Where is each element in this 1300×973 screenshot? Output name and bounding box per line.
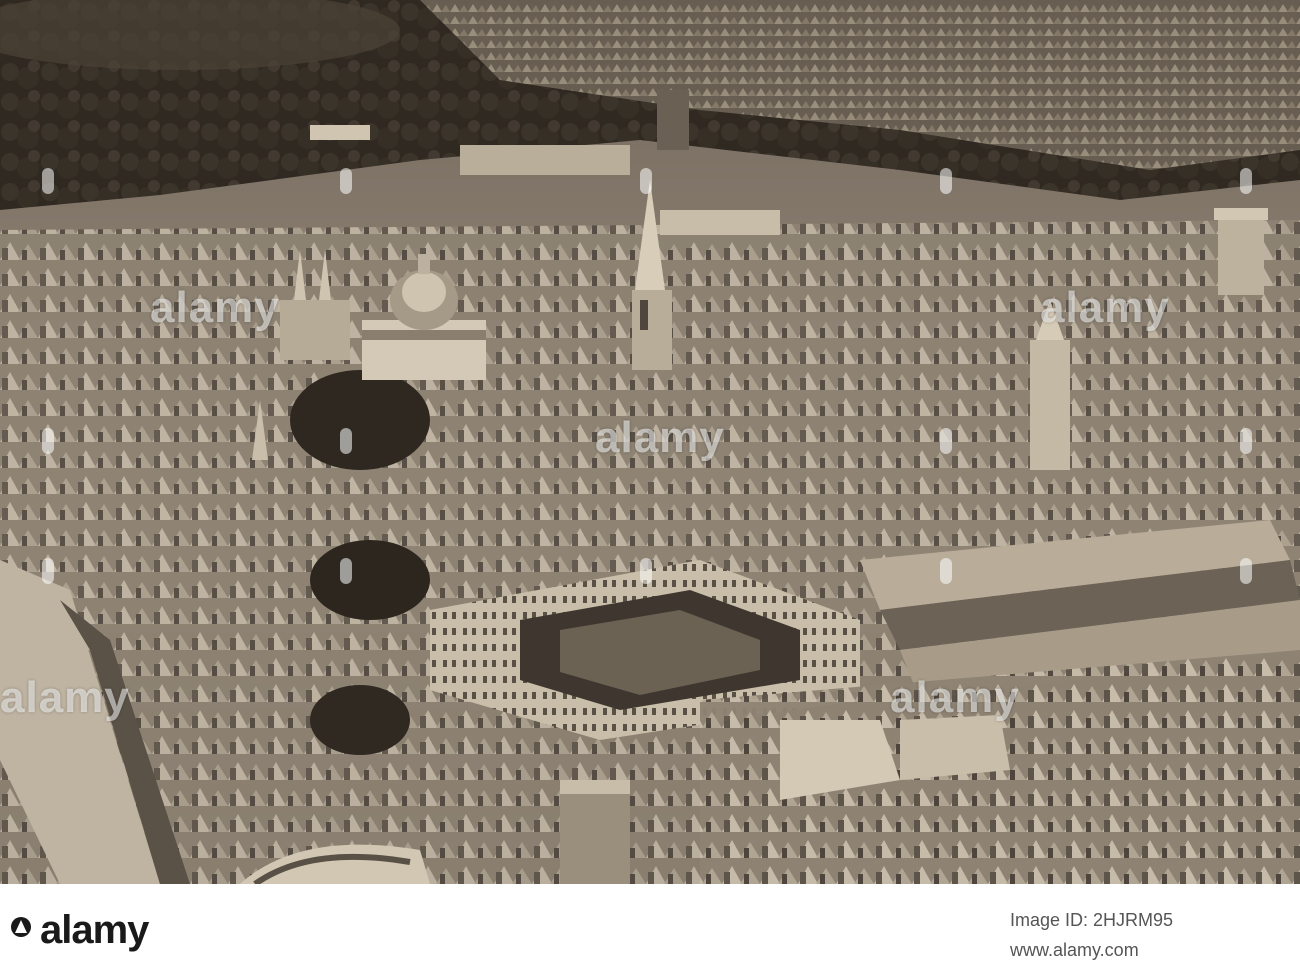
watermark-text-3: alamy xyxy=(1040,283,1170,332)
watermark-text-1: alamy xyxy=(150,283,280,332)
watermark-mark xyxy=(940,168,952,194)
watermark-mark xyxy=(1240,168,1252,194)
watermark-mark xyxy=(42,168,54,194)
alamy-logo-icon xyxy=(11,917,31,937)
watermark-mark xyxy=(42,558,54,584)
watermark-mark xyxy=(1240,558,1252,584)
stock-photo-page: alamy alamy alamy alamy alamy alamy Imag… xyxy=(0,0,1300,973)
watermark-mark xyxy=(42,428,54,454)
watermark-mark xyxy=(1240,428,1252,454)
watermark-mark xyxy=(940,558,952,584)
watermark-mark xyxy=(640,168,652,194)
watermark-text-4: alamy xyxy=(0,673,130,722)
watermark-mark xyxy=(340,558,352,584)
watermark-text-2: alamy xyxy=(595,413,725,462)
site-url: www.alamy.com xyxy=(1010,940,1139,960)
brand-logo: alamy xyxy=(40,908,149,952)
watermark-mark xyxy=(940,428,952,454)
watermark-mark xyxy=(340,168,352,194)
watermark-mark xyxy=(640,558,652,584)
watermark-mark xyxy=(340,428,352,454)
watermark-text-5: alamy xyxy=(890,673,1020,722)
image-id-label: Image ID: 2HJRM95 xyxy=(1010,910,1174,930)
aerial-photograph-oxford: alamy alamy alamy alamy alamy xyxy=(0,0,1300,884)
